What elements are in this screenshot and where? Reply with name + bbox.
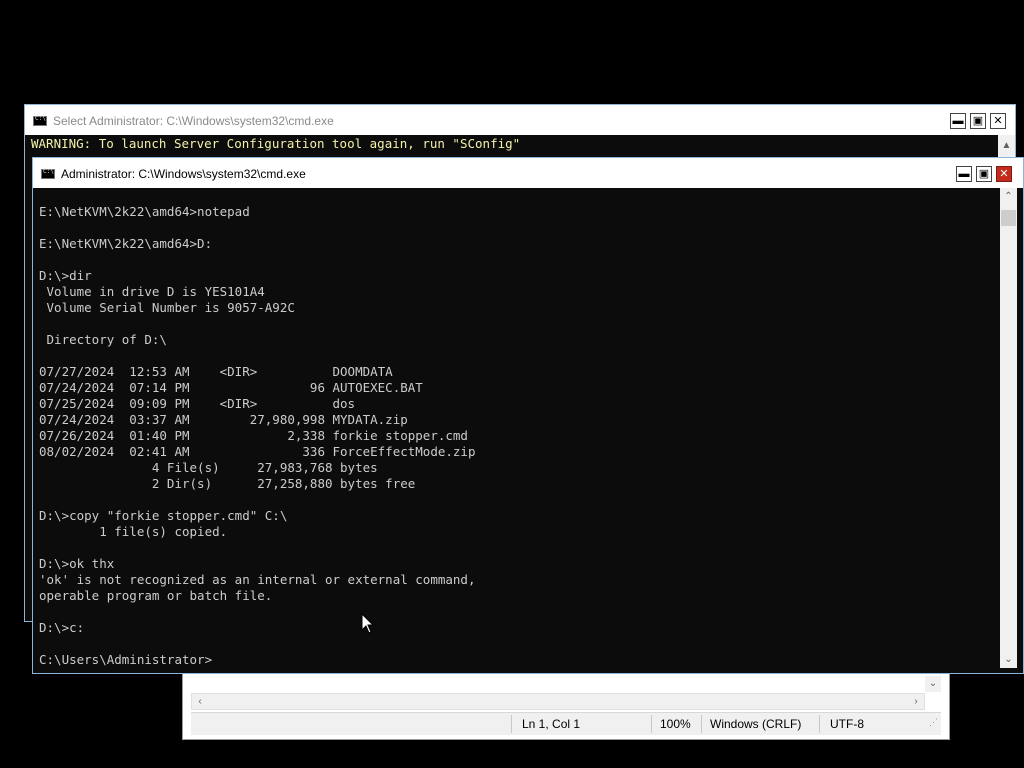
status-divider (651, 715, 652, 733)
scroll-up-button[interactable]: ⌃ (1000, 188, 1017, 205)
console-line: 08/02/2024 02:41 AM 336 ForceEffectMode.… (39, 444, 476, 459)
console-line: D:\>copy "forkie stopper.cmd" C:\ (39, 508, 288, 523)
vertical-scrollbar[interactable]: ⌃ ⌄ (1000, 188, 1017, 668)
close-button[interactable]: ✕ (990, 113, 1006, 129)
background-console-line: WARNING: To launch Server Configuration … (31, 136, 521, 151)
foreground-cmd-window[interactable]: Administrator: C:\Windows\system32\cmd.e… (32, 157, 1024, 674)
scroll-up-button[interactable]: ▲ (998, 135, 1015, 157)
console-line: Directory of D:\ (39, 332, 167, 347)
console-line: E:\NetKVM\2k22\amd64>notepad (39, 204, 250, 219)
horizontal-scrollbar[interactable]: ‹ › (191, 693, 925, 710)
cursor-position: Ln 1, Col 1 (522, 717, 581, 731)
console-line: 07/24/2024 03:37 AM 27,980,998 MYDATA.zi… (39, 412, 408, 427)
status-divider (511, 715, 512, 733)
console-line: 07/26/2024 01:40 PM 2,338 forkie stopper… (39, 428, 468, 443)
console-line: 1 file(s) copied. (39, 524, 228, 539)
foreground-cmd-title: Administrator: C:\Windows\system32\cmd.e… (61, 167, 306, 181)
mouse-cursor-icon (361, 613, 375, 634)
scroll-left-button[interactable]: ‹ (192, 694, 208, 709)
scrollbar-thumb[interactable] (1001, 210, 1016, 226)
resize-grip-icon[interactable]: ⋰ (929, 718, 939, 731)
maximize-button[interactable]: ▣ (976, 166, 992, 182)
console-line: 2 Dir(s) 27,258,880 bytes free (39, 476, 416, 491)
console-line: 4 File(s) 27,983,768 bytes (39, 460, 378, 475)
notepad-window[interactable]: ⌄ ‹ › Ln 1, Col 1 100% Windows (CRLF) UT… (182, 672, 950, 740)
background-cmd-title: Select Administrator: C:\Windows\system3… (53, 114, 334, 128)
status-divider (819, 715, 820, 733)
console-line: D:\>c: (39, 620, 85, 635)
line-endings: Windows (CRLF) (710, 717, 802, 731)
cmd-icon (33, 115, 47, 126)
zoom-level: 100% (660, 717, 691, 731)
cmd-icon (41, 168, 55, 179)
console-line: Volume Serial Number is 9057-A92C (39, 300, 295, 315)
console-line: D:\>ok thx (39, 556, 115, 571)
maximize-button[interactable]: ▣ (970, 113, 986, 129)
minimize-button[interactable]: ▬ (956, 166, 972, 182)
scroll-down-button[interactable]: ⌄ (925, 676, 941, 692)
console-line: C:\Users\Administrator> (39, 652, 213, 667)
minimize-button[interactable]: ▬ (950, 113, 966, 129)
status-divider (701, 715, 702, 733)
console-line: 07/24/2024 07:14 PM 96 AUTOEXEC.BAT (39, 380, 423, 395)
scroll-down-button[interactable]: ⌄ (1000, 651, 1017, 668)
console-line: operable program or batch file. (39, 588, 273, 603)
console-line: E:\NetKVM\2k22\amd64>D: (39, 236, 213, 251)
close-button[interactable]: ✕ (996, 166, 1012, 182)
console-line: Volume in drive D is YES101A4 (39, 284, 265, 299)
background-cmd-titlebar[interactable]: Select Administrator: C:\Windows\system3… (25, 105, 1015, 135)
console-output[interactable]: E:\NetKVM\2k22\amd64>notepad E:\NetKVM\2k… (39, 204, 476, 668)
console-line: D:\>dir (39, 268, 92, 283)
scroll-right-button[interactable]: › (908, 694, 924, 709)
status-bar: Ln 1, Col 1 100% Windows (CRLF) UTF-8 ⋰ (191, 712, 941, 735)
foreground-cmd-titlebar[interactable]: Administrator: C:\Windows\system32\cmd.e… (33, 158, 1023, 188)
encoding: UTF-8 (830, 717, 864, 731)
console-line: 'ok' is not recognized as an internal or… (39, 572, 476, 587)
console-line: 07/25/2024 09:09 PM <DIR> dos (39, 396, 356, 411)
console-line: 07/27/2024 12:53 AM <DIR> DOOMDATA (39, 364, 393, 379)
